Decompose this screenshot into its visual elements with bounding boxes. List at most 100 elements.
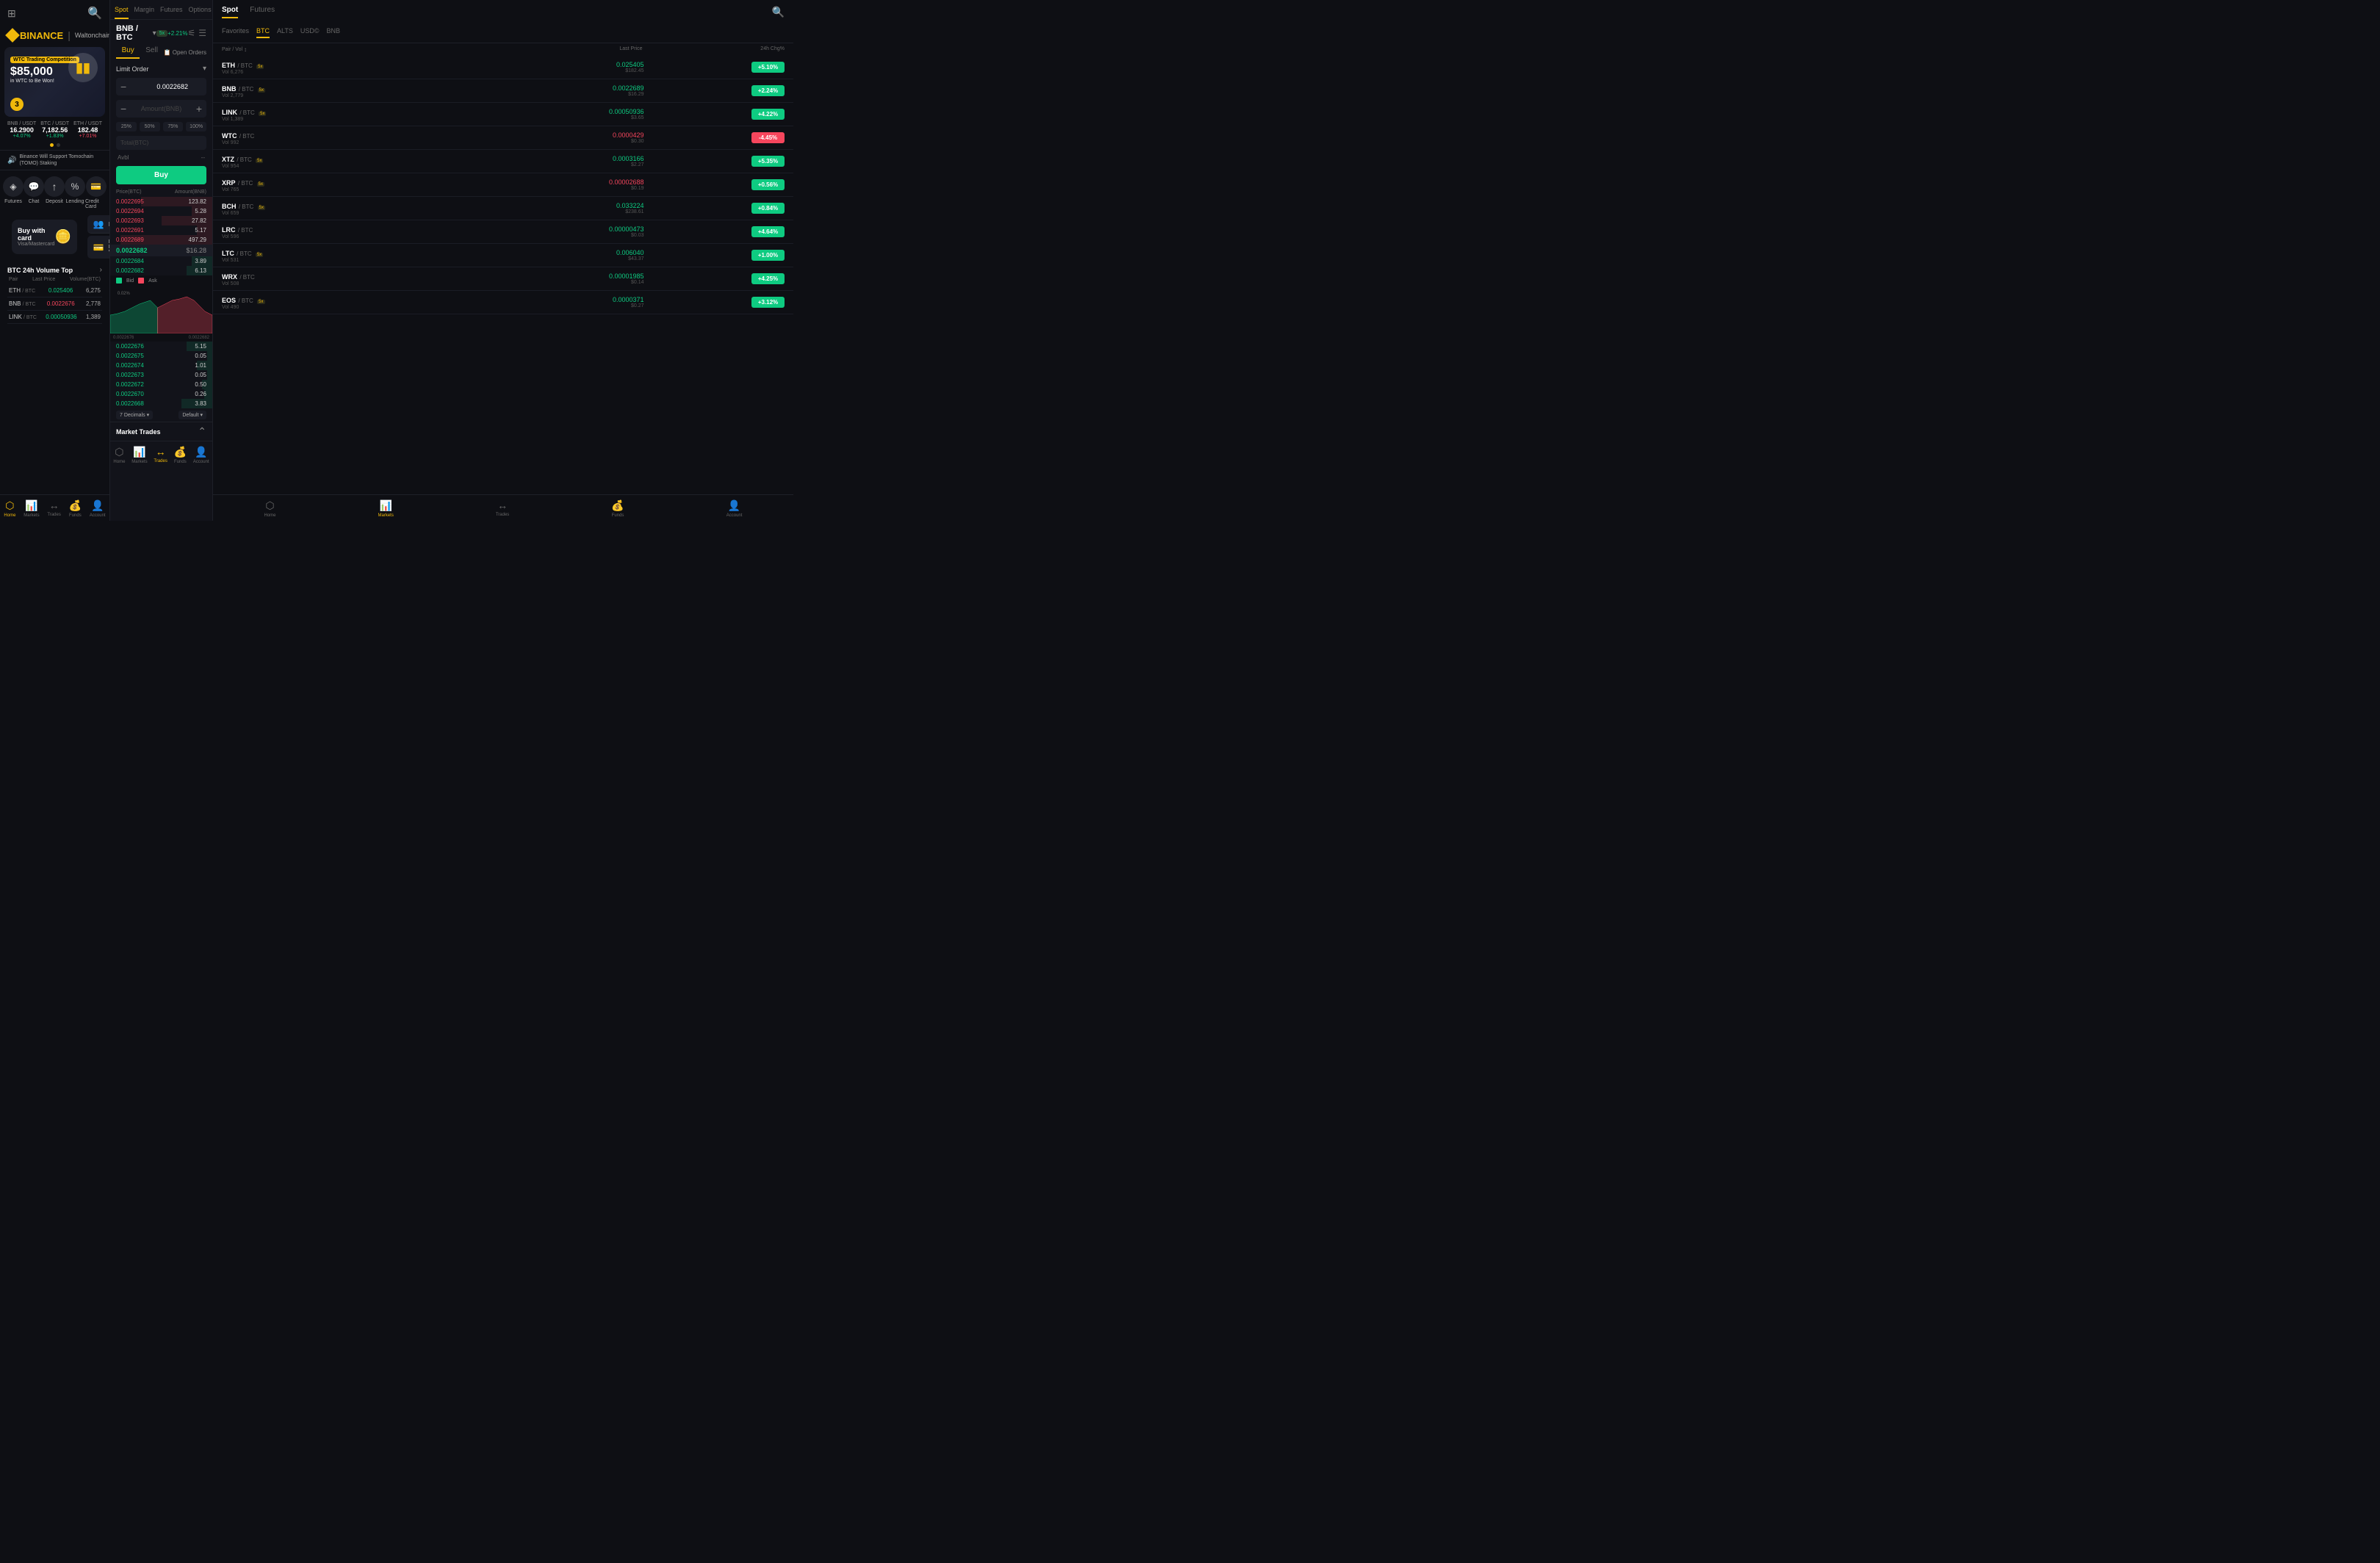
amount-increase-button[interactable]: + — [196, 103, 202, 115]
bid-row-2[interactable]: 0.0022682 6.13 — [110, 266, 212, 275]
buy-button[interactable]: Buy — [116, 166, 206, 184]
mid-nav-trades[interactable]: ↔ Trades — [154, 446, 167, 464]
buy-vendors-item[interactable]: 💳 Buy From Vendors — [87, 236, 110, 259]
mid-nav-home[interactable]: ⬡ Home — [113, 446, 125, 464]
tab-futures[interactable]: Futures — [160, 6, 183, 19]
filter-usd[interactable]: USD© — [300, 27, 320, 38]
right-nav-trades[interactable]: ↔ Trades — [496, 499, 509, 518]
limit-dropdown-icon[interactable]: ▾ — [203, 65, 206, 73]
volume-top-arrow[interactable]: › — [100, 266, 102, 274]
chart-controls: 7 Decimals ▾ Default ▾ — [110, 408, 212, 422]
vol-pair-bnb: BNB / BTC — [9, 300, 36, 307]
pair-dropdown-icon[interactable]: ▾ — [153, 29, 156, 37]
tab-spot[interactable]: Spot — [115, 6, 129, 19]
pair-row-eth[interactable]: ETH / BTC 5x Vol 6,276 0.025405 $182.45 … — [213, 56, 793, 79]
pct-50-button[interactable]: 50% — [140, 122, 160, 131]
ask-row-5[interactable]: 0.0022689 497.29 — [110, 235, 212, 245]
amount-decrease-button[interactable]: − — [120, 103, 126, 115]
left-nav-account[interactable]: 👤 Account — [90, 499, 106, 518]
buy-card-section[interactable]: Buy with card Visa/Mastercard 🪙 — [12, 220, 77, 254]
mid-trades-icon: ↔ — [156, 446, 166, 458]
vol-row-eth[interactable]: ETH / BTC 0.025406 6,275 — [7, 284, 102, 297]
left-nav-home[interactable]: ⬡ Home — [4, 499, 15, 518]
avbl-label: Avbl — [118, 154, 129, 161]
search-icon[interactable]: 🔍 — [87, 6, 102, 21]
filter-alts[interactable]: ALTS — [277, 27, 293, 38]
mid-nav-account[interactable]: 👤 Account — [193, 446, 209, 464]
dot-2[interactable] — [57, 143, 60, 147]
action-chat[interactable]: 💬 Chat — [24, 176, 44, 209]
pair-row-xrp[interactable]: XRP / BTC 5x Vol 765 0.00002688 $0.19 +0… — [213, 173, 793, 197]
pct-75-button[interactable]: 75% — [163, 122, 184, 131]
action-credit-card[interactable]: 💳 Credit Card — [85, 176, 107, 209]
mbid-row-2[interactable]: 0.0022675 0.05 — [110, 351, 212, 361]
tab-margin[interactable]: Margin — [134, 6, 155, 19]
open-orders-button[interactable]: 📋 Open Orders — [164, 49, 206, 56]
banner[interactable]: WTC Trading Competition $85,000 in WTC t… — [4, 47, 105, 117]
pair-row-link[interactable]: LINK / BTC 5x Vol 1,389 0.00050936 $3.65… — [213, 103, 793, 126]
amount-input[interactable]: Amount(BNB) — [129, 105, 193, 112]
pct-25-button[interactable]: 25% — [116, 122, 137, 131]
ask-row-4[interactable]: 0.0022691 5.17 — [110, 225, 212, 235]
mbid-row-6[interactable]: 0.0022670 0.26 — [110, 389, 212, 399]
vol-row-bnb[interactable]: BNB / BTC 0.0022676 2,778 — [7, 297, 102, 311]
left-nav-markets[interactable]: 📊 Markets — [24, 499, 39, 518]
right-nav-account[interactable]: 👤 Account — [726, 499, 743, 518]
market-trades-toggle[interactable]: ⌃ — [198, 425, 206, 438]
left-nav-trades[interactable]: ↔ Trades — [47, 499, 60, 518]
settings-icon[interactable]: ☰ — [198, 28, 206, 38]
total-input[interactable]: Total(BTC) — [116, 136, 206, 150]
right-nav-markets[interactable]: 📊 Markets — [378, 499, 394, 518]
right-tab-spot[interactable]: Spot — [222, 6, 238, 18]
mid-nav-markets[interactable]: 📊 Markets — [131, 446, 147, 464]
default-button[interactable]: Default ▾ — [178, 411, 206, 419]
action-futures[interactable]: ◈ Futures — [3, 176, 24, 209]
mbid-row-3[interactable]: 0.0022674 1.01 — [110, 361, 212, 370]
mbid-row-7[interactable]: 0.0022668 3.83 — [110, 399, 212, 408]
expand-icon[interactable]: ⊞ — [7, 7, 16, 20]
ask-row-1[interactable]: 0.0022695 123.82 — [110, 197, 212, 206]
pair-row-lrc[interactable]: LRC / BTC Vol 596 0.00000473 $0.03 +4.64… — [213, 220, 793, 244]
right-search-icon[interactable]: 🔍 — [772, 6, 785, 18]
filter-btc[interactable]: BTC — [256, 27, 270, 38]
chart-toggle-icon[interactable]: ⚟ — [187, 28, 195, 38]
action-lending[interactable]: % Lending — [65, 176, 85, 209]
mbid-row-5[interactable]: 0.0022672 0.50 — [110, 380, 212, 389]
limit-order-row: Limit Order ▾ — [110, 62, 212, 76]
price-input[interactable] — [129, 83, 213, 90]
right-nav-home[interactable]: ⬡ Home — [264, 499, 276, 518]
svg-text:0.02%: 0.02% — [118, 292, 131, 296]
pair-row-wrx[interactable]: WRX / BTC Vol 508 0.00001985 $0.14 +4.25… — [213, 267, 793, 291]
bid-row-1[interactable]: 0.0022684 3.89 — [110, 256, 212, 266]
pair-row-eos[interactable]: EOS / BTC 5x Vol 490 0.0000371 $0.27 +3.… — [213, 291, 793, 314]
ask-row-2[interactable]: 0.0022694 5.28 — [110, 206, 212, 216]
right-tab-futures[interactable]: Futures — [250, 6, 275, 18]
vol-row-link[interactable]: LINK / BTC 0.00050936 1,389 — [7, 311, 102, 324]
filter-favorites[interactable]: Favorites — [222, 27, 249, 38]
left-nav-funds[interactable]: 💰 Funds — [69, 499, 82, 518]
tab-options[interactable]: Options — [189, 6, 212, 19]
pair-row-ltc[interactable]: LTC / BTC 5x Vol 531 0.006040 $43.37 +1.… — [213, 244, 793, 267]
ask-legend-icon — [138, 278, 144, 284]
mbid-row-4[interactable]: 0.0022673 0.05 — [110, 370, 212, 380]
right-nav-funds[interactable]: 💰 Funds — [611, 499, 624, 518]
pct-100-button[interactable]: 100% — [186, 122, 206, 131]
mid-nav-funds[interactable]: 💰 Funds — [174, 446, 187, 464]
pair-row-wtc[interactable]: WTC / BTC Vol 992 0.0000429 $0.30 -4.45% — [213, 126, 793, 150]
pair-row-bnb[interactable]: BNB / BTC 5x Vol 2,779 0.0022689 $16.29 … — [213, 79, 793, 103]
mbid-row-1[interactable]: 0.0022676 5.15 — [110, 342, 212, 351]
sort-icon[interactable]: ↕ — [244, 46, 247, 53]
action-deposit[interactable]: ↑ Deposit — [44, 176, 65, 209]
dot-1[interactable] — [50, 143, 54, 147]
filter-bnb[interactable]: BNB — [327, 27, 341, 38]
pair-row-xtz[interactable]: XTZ / BTC 5x Vol 954 0.0003166 $2.27 +5.… — [213, 150, 793, 173]
sell-tab[interactable]: Sell — [140, 46, 163, 59]
vol-price-link: 0.00050936 — [46, 314, 76, 320]
leverage-badge: 5x — [156, 30, 167, 37]
decimals-button[interactable]: 7 Decimals ▾ — [116, 411, 153, 419]
buy-tab[interactable]: Buy — [116, 46, 140, 59]
ask-row-3[interactable]: 0.0022693 27.82 — [110, 216, 212, 225]
referral-item[interactable]: 👥 Referral — [87, 215, 110, 234]
pair-row-bch[interactable]: BCH / BTC 5x Vol 659 0.033224 $238.61 +0… — [213, 197, 793, 220]
price-decrease-button[interactable]: − — [120, 81, 126, 93]
